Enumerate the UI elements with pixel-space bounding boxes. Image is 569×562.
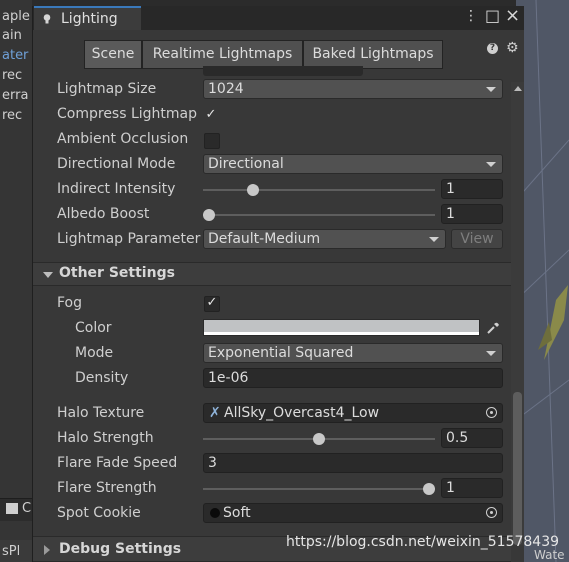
tab-baked-lightmaps[interactable]: Baked Lightmaps xyxy=(303,40,443,69)
collapse-arrow-icon xyxy=(44,545,50,555)
lightmap-parameters-dropdown[interactable]: Default-Medium xyxy=(203,229,446,249)
other-settings-title: Other Settings xyxy=(59,265,175,281)
eyedropper-icon[interactable] xyxy=(485,320,501,336)
fog-color-swatch[interactable] xyxy=(203,319,480,336)
halo-texture-label: Halo Texture xyxy=(57,405,145,421)
tab-lighting[interactable]: Lighting xyxy=(34,6,141,30)
spot-cookie-label: Spot Cookie xyxy=(57,505,141,521)
background-text: ater xyxy=(2,48,29,63)
scrollbar-thumb[interactable] xyxy=(513,392,522,545)
object-picker-icon[interactable] xyxy=(486,507,497,518)
indirect-intensity-label: Indirect Intensity xyxy=(57,181,176,197)
flare-strength-field[interactable]: 1 xyxy=(441,478,503,498)
background-text: rec xyxy=(2,68,23,83)
background-text: Wate xyxy=(534,548,565,562)
title-bar: Lighting ⋮ □ × xyxy=(33,5,524,30)
debug-settings-title: Debug Settings xyxy=(59,541,182,557)
fog-density-field[interactable]: 1e-06 xyxy=(203,368,503,388)
flare-strength-slider-track[interactable] xyxy=(203,488,435,490)
directional-mode-value: Directional xyxy=(208,156,284,172)
background-text: rec xyxy=(2,108,23,123)
halo-texture-field[interactable]: ✗ AllSky_Overcast4_Low xyxy=(203,403,503,423)
indirect-intensity-field[interactable]: 1 xyxy=(441,179,503,199)
lightmap-parameters-label: Lightmap Parameter xyxy=(57,231,201,247)
spot-cookie-field[interactable]: Soft xyxy=(203,503,503,523)
background-text: ain xyxy=(2,28,22,43)
tab-scene[interactable]: Scene xyxy=(84,40,142,69)
background-text: aple xyxy=(2,9,30,24)
halo-strength-slider-knob[interactable] xyxy=(313,433,325,445)
ambient-occlusion-label: Ambient Occlusion xyxy=(57,131,189,147)
fog-mode-value: Exponential Squared xyxy=(208,345,354,361)
scroll-up-icon[interactable] xyxy=(514,86,522,91)
maximize-icon[interactable]: □ xyxy=(485,6,500,25)
other-settings-header[interactable]: Other Settings xyxy=(33,262,511,286)
indirect-intensity-slider-track[interactable] xyxy=(203,189,435,191)
clipped-field xyxy=(203,66,363,76)
flare-strength-label: Flare Strength xyxy=(57,480,157,496)
lightmap-size-value: 1024 xyxy=(208,81,244,97)
lighting-window: Lighting ⋮ □ × Scene Realtime Lightmaps … xyxy=(32,5,524,562)
directional-mode-dropdown[interactable]: Directional xyxy=(203,154,503,174)
tab-realtime-lightmaps[interactable]: Realtime Lightmaps xyxy=(142,40,303,69)
background-panel-left: aple ain ater rec erra rec xyxy=(0,0,32,562)
ambient-occlusion-checkbox[interactable] xyxy=(204,133,220,149)
help-icon[interactable]: ? xyxy=(487,43,498,54)
fog-color-label: Color xyxy=(75,320,112,336)
compress-lightmaps-checkbox[interactable]: ✓ xyxy=(204,108,218,123)
spot-cookie-value: Soft xyxy=(223,505,251,521)
cookie-texture-icon xyxy=(210,508,220,518)
object-picker-icon[interactable] xyxy=(486,407,497,418)
flare-fade-speed-field[interactable]: 3 xyxy=(203,453,503,473)
more-options-icon[interactable]: ⋮ xyxy=(464,8,478,24)
lightmap-size-dropdown[interactable]: 1024 xyxy=(203,79,503,99)
albedo-boost-label: Albedo Boost xyxy=(57,206,150,222)
lightmap-parameters-value: Default-Medium xyxy=(208,231,321,247)
fog-mode-dropdown[interactable]: Exponential Squared xyxy=(203,343,503,363)
compress-lightmaps-label: Compress Lightmap xyxy=(57,106,198,122)
gear-icon[interactable]: ⚙ xyxy=(506,40,519,56)
halo-texture-value: AllSky_Overcast4_Low xyxy=(224,405,380,421)
fog-mode-label: Mode xyxy=(75,345,114,361)
indirect-intensity-slider-knob[interactable] xyxy=(247,184,259,196)
halo-strength-field[interactable]: 0.5 xyxy=(441,428,503,448)
fog-checkbox[interactable]: ✓ xyxy=(204,296,220,312)
albedo-boost-slider-track[interactable] xyxy=(203,214,435,216)
flare-strength-slider-knob[interactable] xyxy=(423,483,435,495)
fog-density-label: Density xyxy=(75,370,129,386)
albedo-boost-slider-knob[interactable] xyxy=(203,209,215,221)
background-text: erra xyxy=(2,88,29,103)
background-panel-bottom-2: sPl xyxy=(0,540,32,562)
tab-label: Lighting xyxy=(61,11,118,27)
background-text: C xyxy=(22,501,32,516)
background-panel-bottom: C xyxy=(0,498,32,521)
albedo-boost-field[interactable]: 1 xyxy=(441,204,503,224)
chevron-down-icon xyxy=(486,351,496,356)
background-text: sPl xyxy=(2,544,21,559)
chevron-down-icon xyxy=(429,237,439,242)
lightbulb-icon xyxy=(43,14,51,24)
view-button[interactable]: View xyxy=(451,229,503,249)
console-icon xyxy=(6,503,18,514)
lightmap-size-label: Lightmap Size xyxy=(57,81,157,97)
expand-arrow-icon xyxy=(43,272,53,278)
texture-icon: ✗ xyxy=(209,405,221,421)
chevron-down-icon xyxy=(486,87,496,92)
watermark-text: https://blog.csdn.net/weixin_51578439 xyxy=(286,534,560,550)
fog-label: Fog xyxy=(57,295,83,311)
close-icon[interactable]: × xyxy=(505,5,520,26)
halo-strength-label: Halo Strength xyxy=(57,430,154,446)
flare-fade-speed-label: Flare Fade Speed xyxy=(57,455,178,471)
chevron-down-icon xyxy=(486,162,496,167)
directional-mode-label: Directional Mode xyxy=(57,156,176,172)
